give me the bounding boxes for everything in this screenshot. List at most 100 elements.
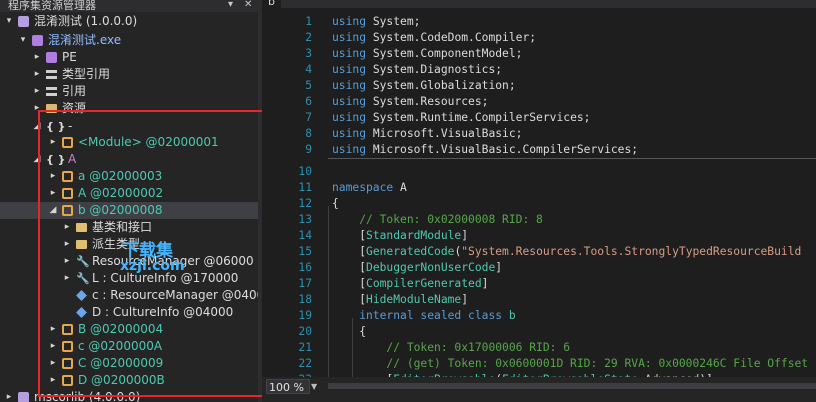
class-icon: [62, 137, 73, 148]
code-line[interactable]: 4 using System.Diagnostics;: [262, 62, 816, 78]
tree-node[interactable]: D : CultureInfo @04000: [0, 304, 258, 321]
tree-node-label: mscorlib (4.0.0.0): [34, 390, 141, 402]
code-line[interactable]: 3 using System.ComponentModel;: [262, 46, 816, 62]
code-line[interactable]: 21 // Token: 0x17000006 RID: 6: [262, 340, 816, 356]
assembly-icon: [18, 392, 29, 402]
tree-node[interactable]: ▾ 混淆测试 (1.0.0.0): [0, 13, 258, 30]
expand-arrow-icon[interactable]: ▸: [62, 270, 72, 287]
tree-node[interactable]: c : ResourceManager @04000: [0, 287, 258, 304]
code-text: using Microsoft.VisualBasic.CompilerServ…: [332, 143, 639, 156]
expand-arrow-icon[interactable]: ▸: [62, 253, 72, 270]
code-line[interactable]: 10: [262, 164, 816, 180]
code-line[interactable]: 14 [StandardModule]: [262, 228, 816, 244]
code-line[interactable]: 8 using Microsoft.VisualBasic;: [262, 126, 816, 142]
tree-node[interactable]: ▸ <Module> @02000001: [0, 134, 258, 151]
code-line[interactable]: 2 using System.CodeDom.Compiler;: [262, 30, 816, 46]
tree-node[interactable]: ◢ b @02000008: [0, 202, 258, 219]
tree-node[interactable]: ▸ 资源: [0, 100, 258, 117]
line-number: 7: [305, 111, 312, 124]
code-line[interactable]: 19 internal sealed class b: [262, 308, 816, 324]
expand-arrow-icon[interactable]: ▸: [48, 338, 58, 355]
collapse-arrow-icon[interactable]: ◢: [32, 151, 42, 168]
horizontal-scrollbar[interactable]: [328, 383, 816, 389]
line-number: 8: [305, 127, 312, 140]
expand-arrow-icon[interactable]: ▸: [32, 83, 42, 100]
expand-arrow-icon[interactable]: ▸: [32, 66, 42, 83]
code-text: [CompilerGenerated]: [332, 277, 489, 290]
expand-arrow-icon[interactable]: ▸: [48, 372, 58, 389]
code-line[interactable]: 18 [HideModuleName]: [262, 292, 816, 308]
zoom-select[interactable]: 100 %: [266, 379, 310, 394]
expand-arrow-icon[interactable]: ▸: [62, 219, 72, 236]
expand-arrow-icon[interactable]: ▸: [62, 236, 72, 253]
collapse-arrow-icon[interactable]: ◢: [32, 118, 42, 135]
expand-arrow-icon[interactable]: ▸: [32, 49, 42, 66]
tab-b[interactable]: b: [262, 0, 281, 8]
pin-icon[interactable]: ▾: [228, 0, 233, 11]
code-line[interactable]: 1 using System;: [262, 14, 816, 30]
expand-arrow-icon[interactable]: ▸: [48, 134, 58, 151]
code-text: [StandardModule]: [332, 229, 469, 242]
code-line[interactable]: 20 {: [262, 324, 816, 340]
line-number: 19: [298, 309, 312, 322]
line-number: 20: [298, 325, 312, 338]
tree-node[interactable]: ▸ c @0200000A: [0, 338, 258, 355]
tree-node[interactable]: ▸ PE: [0, 49, 258, 66]
panel-title-text: 程序集资源管理器: [8, 0, 96, 12]
using-block-separator: [328, 158, 816, 159]
expand-arrow-icon[interactable]: ▸: [48, 355, 58, 372]
zoom-value: 100 %: [269, 381, 304, 394]
tree-node[interactable]: ▾ 混淆测试.exe: [0, 32, 258, 49]
collapse-arrow-icon[interactable]: ▾: [18, 32, 28, 49]
expand-arrow-icon[interactable]: ▸: [48, 185, 58, 202]
code-line[interactable]: 17 [CompilerGenerated]: [262, 276, 816, 292]
editor-statusbar: 100 % ▼: [262, 377, 816, 402]
code-line[interactable]: 13 // Token: 0x02000008 RID: 8: [262, 212, 816, 228]
tree-node[interactable]: ▸ A @02000002: [0, 185, 258, 202]
tree-node-label: c @0200000A: [78, 339, 163, 353]
field-icon: [76, 307, 87, 318]
chevron-down-icon[interactable]: ▼: [311, 379, 320, 394]
collapse-arrow-icon[interactable]: ▾: [4, 13, 14, 30]
code-line[interactable]: 12 {: [262, 196, 816, 212]
tree-node-label: D : CultureInfo @04000: [92, 305, 234, 319]
tree-node[interactable]: ▸ mscorlib (4.0.0.0): [0, 389, 258, 402]
expand-arrow-icon[interactable]: ▸: [4, 389, 14, 402]
line-number: 16: [298, 261, 312, 274]
indent-guide: [352, 318, 353, 378]
tree-node[interactable]: ▸ B @02000004: [0, 321, 258, 338]
code-text: // Token: 0x02000008 RID: 8: [359, 213, 543, 226]
tree-node[interactable]: ◢ { } A: [0, 151, 258, 168]
expand-arrow-icon[interactable]: ▸: [48, 168, 58, 185]
code-line[interactable]: 9 using Microsoft.VisualBasic.CompilerSer…: [262, 142, 816, 158]
line-number: 15: [298, 245, 312, 258]
code-line[interactable]: 6 using System.Resources;: [262, 94, 816, 110]
code-line[interactable]: 22 // (get) Token: 0x0600001D RID: 29 RV…: [262, 356, 816, 372]
line-number: 18: [298, 293, 312, 306]
code-text: using System.Runtime.CompilerServices;: [332, 111, 591, 124]
expand-arrow-icon[interactable]: ▸: [32, 100, 42, 117]
tree-node-label: 类型引用: [62, 67, 111, 81]
collapse-arrow-icon[interactable]: ◢: [48, 202, 58, 219]
code-line[interactable]: 16 [DebuggerNonUserCode]: [262, 260, 816, 276]
close-icon[interactable]: ✕: [244, 0, 252, 11]
tree-node-label: a @02000003: [78, 169, 163, 183]
code-line[interactable]: 7 using System.Runtime.CompilerServices;: [262, 110, 816, 126]
code-text: using System.CodeDom.Compiler;: [332, 31, 537, 44]
tree-node[interactable]: ▸ C @02000009: [0, 355, 258, 372]
expand-arrow-icon[interactable]: ▸: [48, 321, 58, 338]
line-number: 12: [298, 197, 312, 210]
tree-node[interactable]: ▸ 引用: [0, 83, 258, 100]
assembly-icon: [18, 16, 29, 27]
tree-node[interactable]: ◢ { } -: [0, 118, 258, 135]
tree-node[interactable]: ▸ 类型引用: [0, 66, 258, 83]
code-line[interactable]: 11 namespace A: [262, 180, 816, 196]
code-line[interactable]: 5 using System.Globalization;: [262, 78, 816, 94]
tree-node[interactable]: ▸ a @02000003: [0, 168, 258, 185]
tree-node[interactable]: ▸ D @0200000B: [0, 372, 258, 389]
editor-tab-strip: b: [262, 0, 816, 8]
code-text: // (get) Token: 0x0600001D RID: 29 RVA: …: [386, 357, 809, 370]
property-icon: 🔧: [76, 272, 90, 285]
code-line[interactable]: 15 [GeneratedCode("System.Resources.Tool…: [262, 244, 816, 260]
code-editor[interactable]: b 1 using System; 2 using System.CodeDom.Co…: [262, 0, 816, 402]
